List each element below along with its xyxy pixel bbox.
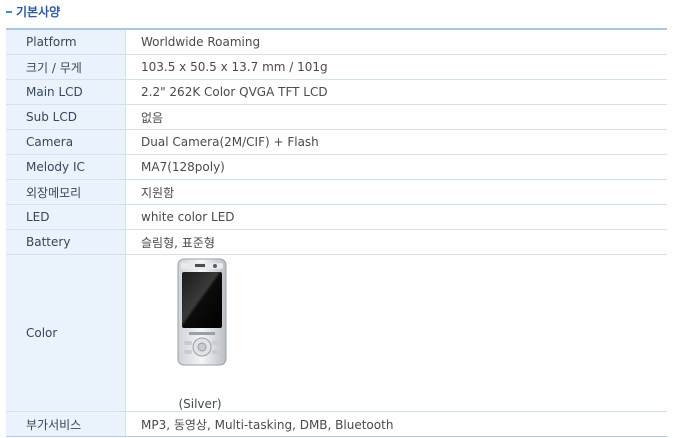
spec-value: 지원함	[125, 179, 667, 205]
spec-label: 외장메모리	[6, 179, 126, 205]
spec-row-services: 부가서비스 MP3, 동영상, Multi-tasking, DMB, Blue…	[6, 411, 667, 437]
spec-label: LED	[6, 204, 126, 230]
spec-row-color: Color (Silver)	[6, 254, 667, 412]
spec-label: Main LCD	[6, 79, 126, 105]
section-title: 기본사양	[6, 4, 60, 20]
color-caption: (Silver)	[178, 397, 222, 411]
title-dash-icon	[6, 10, 12, 13]
spec-row-main-lcd: Main LCD 2.2" 262K Color QVGA TFT LCD	[6, 79, 667, 105]
section-title-text: 기본사양	[16, 5, 61, 19]
spec-value: 슬림형, 표준형	[125, 229, 667, 255]
spec-label: Melody IC	[6, 154, 126, 180]
spec-row-camera: Camera Dual Camera(2M/CIF) + Flash	[6, 129, 667, 155]
spec-value: 없음	[125, 104, 667, 130]
spec-row-size-weight: 크기 / 무게 103.5 x 50.5 x 13.7 mm / 101g	[6, 54, 667, 80]
phone-silver-icon	[177, 258, 227, 366]
spec-value: Worldwide Roaming	[125, 29, 667, 55]
spec-value: 2.2" 262K Color QVGA TFT LCD	[125, 79, 667, 105]
phone-image	[167, 255, 237, 395]
spec-value: 103.5 x 50.5 x 13.7 mm / 101g	[125, 54, 667, 80]
spec-row-external-memory: 외장메모리 지원함	[6, 179, 667, 205]
spec-row-platform: Platform Worldwide Roaming	[6, 29, 667, 55]
spec-row-led: LED white color LED	[6, 204, 667, 230]
spec-label: 부가서비스	[6, 411, 126, 437]
spec-label: Camera	[6, 129, 126, 155]
spec-label: Battery	[6, 229, 126, 255]
spec-value: MP3, 동영상, Multi-tasking, DMB, Bluetooth	[125, 411, 667, 437]
spec-value: Dual Camera(2M/CIF) + Flash	[125, 129, 667, 155]
spec-label: Sub LCD	[6, 104, 126, 130]
spec-row-battery: Battery 슬림형, 표준형	[6, 229, 667, 255]
spec-label: Platform	[6, 29, 126, 55]
spec-table: Platform Worldwide Roaming 크기 / 무게 103.5…	[6, 28, 667, 437]
spec-value: MA7(128poly)	[125, 154, 667, 180]
spec-value-color: (Silver)	[125, 254, 667, 412]
spec-row-sub-lcd: Sub LCD 없음	[6, 104, 667, 130]
spec-value: white color LED	[125, 204, 667, 230]
spec-label: Color	[6, 254, 126, 412]
spec-label: 크기 / 무게	[6, 54, 126, 80]
spec-row-melody-ic: Melody IC MA7(128poly)	[6, 154, 667, 180]
